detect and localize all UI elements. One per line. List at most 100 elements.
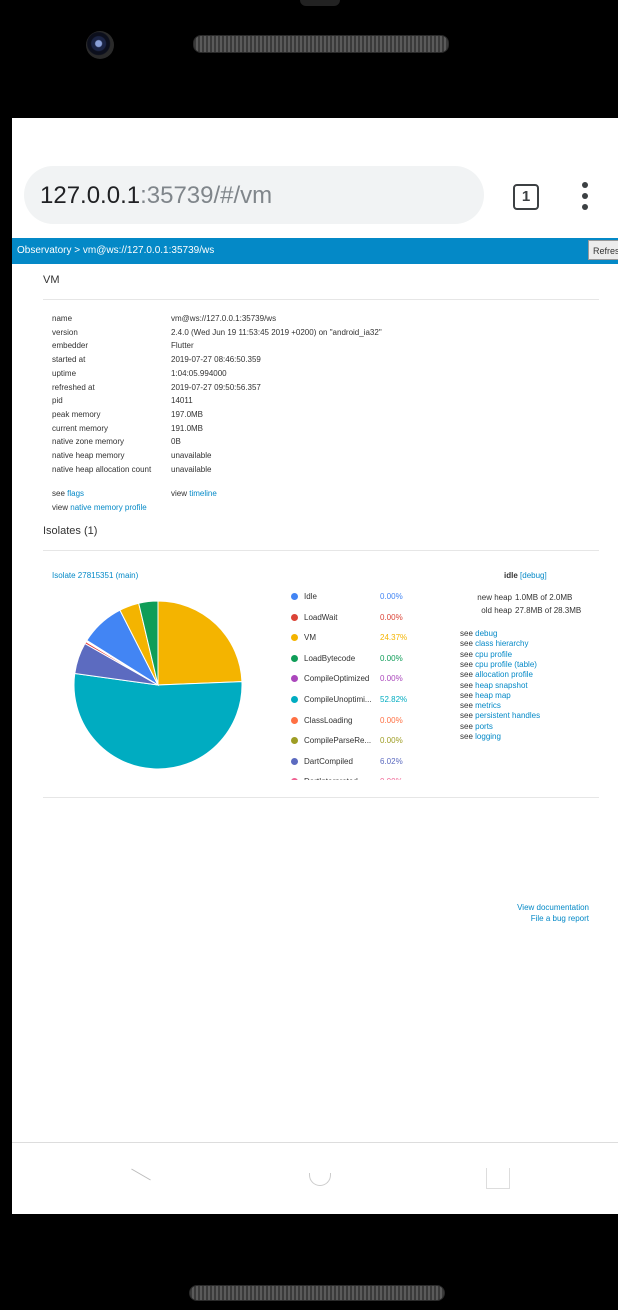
- tab-switcher-button[interactable]: 1: [513, 184, 539, 210]
- legend-value: 24.37%: [380, 633, 408, 643]
- earpiece-speaker: [193, 35, 449, 53]
- see-prefix: see: [460, 629, 473, 638]
- url-rest: :35739/#/vm: [140, 182, 273, 209]
- view-prefix: view: [171, 489, 188, 498]
- heap-value: 1.0MB of 2.0MB: [515, 593, 573, 602]
- debug-link[interactable]: [debug]: [520, 571, 547, 580]
- see-prefix: see: [52, 489, 65, 498]
- legend-value: 0.00%: [380, 612, 403, 622]
- see-link-allocation-profile[interactable]: allocation profile: [475, 670, 533, 679]
- legend-label: ClassLoading: [304, 715, 353, 725]
- recent-apps-icon[interactable]: [486, 1168, 510, 1189]
- heap-value: 27.8MB of 28.3MB: [515, 606, 582, 615]
- property-value: 1:04:05.994000: [171, 368, 227, 378]
- vm-heading: VM: [43, 274, 60, 286]
- isolate-link[interactable]: Isolate 27815351 (main): [52, 571, 138, 580]
- pie-slice-vm: [157, 600, 243, 686]
- legend-dot-icon: [291, 757, 298, 765]
- url-text[interactable]: 127.0.0.1:35739/#/vm: [40, 182, 272, 210]
- see-link-heap-snapshot[interactable]: heap snapshot: [475, 681, 528, 690]
- property-label: version: [52, 327, 78, 337]
- view-documentation-link[interactable]: View documentation: [517, 903, 589, 912]
- see-link-debug[interactable]: debug: [475, 629, 497, 638]
- see-prefix: see: [460, 659, 473, 669]
- refresh-button[interactable]: Refresh: [588, 240, 618, 260]
- legend-value: 52.82%: [380, 695, 408, 704]
- property-value: unavailable: [171, 464, 212, 474]
- view-prefix: view: [52, 503, 69, 512]
- isolate-state: idle [debug]: [504, 571, 547, 580]
- property-label: uptime: [52, 368, 77, 378]
- legend-label: DartInterpreted: [304, 777, 379, 780]
- legend-label: CompileUnoptimi...: [304, 695, 372, 704]
- legend-dot-icon: [291, 613, 298, 621]
- property-value: unavailable: [171, 451, 212, 460]
- legend-dot-icon: [291, 675, 298, 683]
- phone-notch: [300, 0, 340, 6]
- legend-dot-icon: [291, 634, 298, 642]
- see-prefix: see: [460, 649, 473, 659]
- legend-label: VM: [304, 633, 316, 643]
- see-link-row: see ports: [460, 722, 493, 731]
- see-link-persistent-handles[interactable]: persistent handles: [475, 711, 540, 720]
- legend-value: 6.02%: [380, 756, 403, 766]
- see-link-ports[interactable]: ports: [475, 722, 493, 731]
- legend-value: 0.00%: [380, 736, 403, 746]
- divider: [43, 299, 599, 300]
- breadcrumb[interactable]: Observatory > vm@ws://127.0.0.1:35739/ws: [17, 245, 214, 256]
- isolates-heading: Isolates (1): [43, 525, 98, 537]
- divider: [43, 797, 599, 798]
- see-link-class-hierarchy[interactable]: class hierarchy: [475, 639, 528, 648]
- heap-label: old heap: [481, 606, 512, 615]
- divider: [43, 550, 599, 551]
- pie-slice-compileunoptimized: [73, 672, 243, 770]
- timeline-link[interactable]: timeline: [189, 489, 217, 498]
- property-value: vm@ws://127.0.0.1:35739/ws: [171, 314, 277, 323]
- url-host: 127.0.0.1: [40, 182, 141, 209]
- see-link-row: see heap map: [460, 691, 511, 700]
- bottom-speaker: [189, 1285, 445, 1301]
- property-value: 2.4.0 (Wed Jun 19 11:53:45 2019 +0200) o…: [171, 327, 382, 337]
- see-link-row: see class hierarchy: [460, 639, 529, 648]
- see-link-metrics[interactable]: metrics: [475, 701, 501, 710]
- more-menu-icon[interactable]: [582, 182, 590, 212]
- see-link-row: see metrics: [460, 701, 501, 710]
- see-prefix: see: [460, 639, 473, 649]
- see-link-cpu-profile-table-[interactable]: cpu profile (table): [475, 660, 537, 669]
- native-memory-profile-link[interactable]: native memory profile: [70, 503, 146, 512]
- property-label: native heap memory: [52, 451, 125, 460]
- property-value: 0B: [171, 437, 181, 447]
- see-prefix: see: [460, 670, 473, 680]
- legend-dot-icon: [291, 696, 298, 703]
- isolate-pie-chart: [73, 600, 243, 770]
- property-value: 197.0MB: [171, 409, 204, 419]
- see-link-row: see cpu profile: [460, 650, 512, 659]
- property-label: native heap allocation count: [52, 464, 152, 474]
- see-link-row: see debug: [460, 629, 497, 638]
- see-link-heap-map[interactable]: heap map: [475, 691, 511, 700]
- see-prefix: see: [460, 711, 473, 721]
- property-label: started at: [52, 355, 86, 365]
- legend-label: DartCompiled: [304, 756, 353, 766]
- legend-dot-icon: [291, 593, 298, 600]
- legend-dot-icon: [291, 737, 298, 745]
- see-prefix: see: [460, 701, 473, 711]
- see-prefix: see: [460, 680, 473, 690]
- property-value: 14011: [171, 396, 193, 406]
- file-bug-report-link[interactable]: File a bug report: [531, 914, 589, 923]
- see-link-logging[interactable]: logging: [475, 732, 501, 741]
- see-link-cpu-profile[interactable]: cpu profile: [475, 650, 512, 659]
- flags-link[interactable]: flags: [67, 489, 84, 498]
- property-label: refreshed at: [52, 382, 95, 392]
- property-label: name: [52, 314, 73, 323]
- legend-dot-icon: [291, 778, 298, 780]
- see-link-row: see logging: [460, 732, 501, 741]
- legend-dot-icon: [291, 716, 298, 724]
- legend-value: 0.00%: [380, 777, 403, 780]
- legend-value: 0.00%: [380, 592, 403, 601]
- see-link-row: see heap snapshot: [460, 681, 528, 690]
- see-prefix: see: [460, 690, 473, 700]
- see-flags-line: see flags: [52, 489, 84, 498]
- front-camera-icon: [86, 31, 114, 59]
- property-label: current memory: [52, 423, 109, 433]
